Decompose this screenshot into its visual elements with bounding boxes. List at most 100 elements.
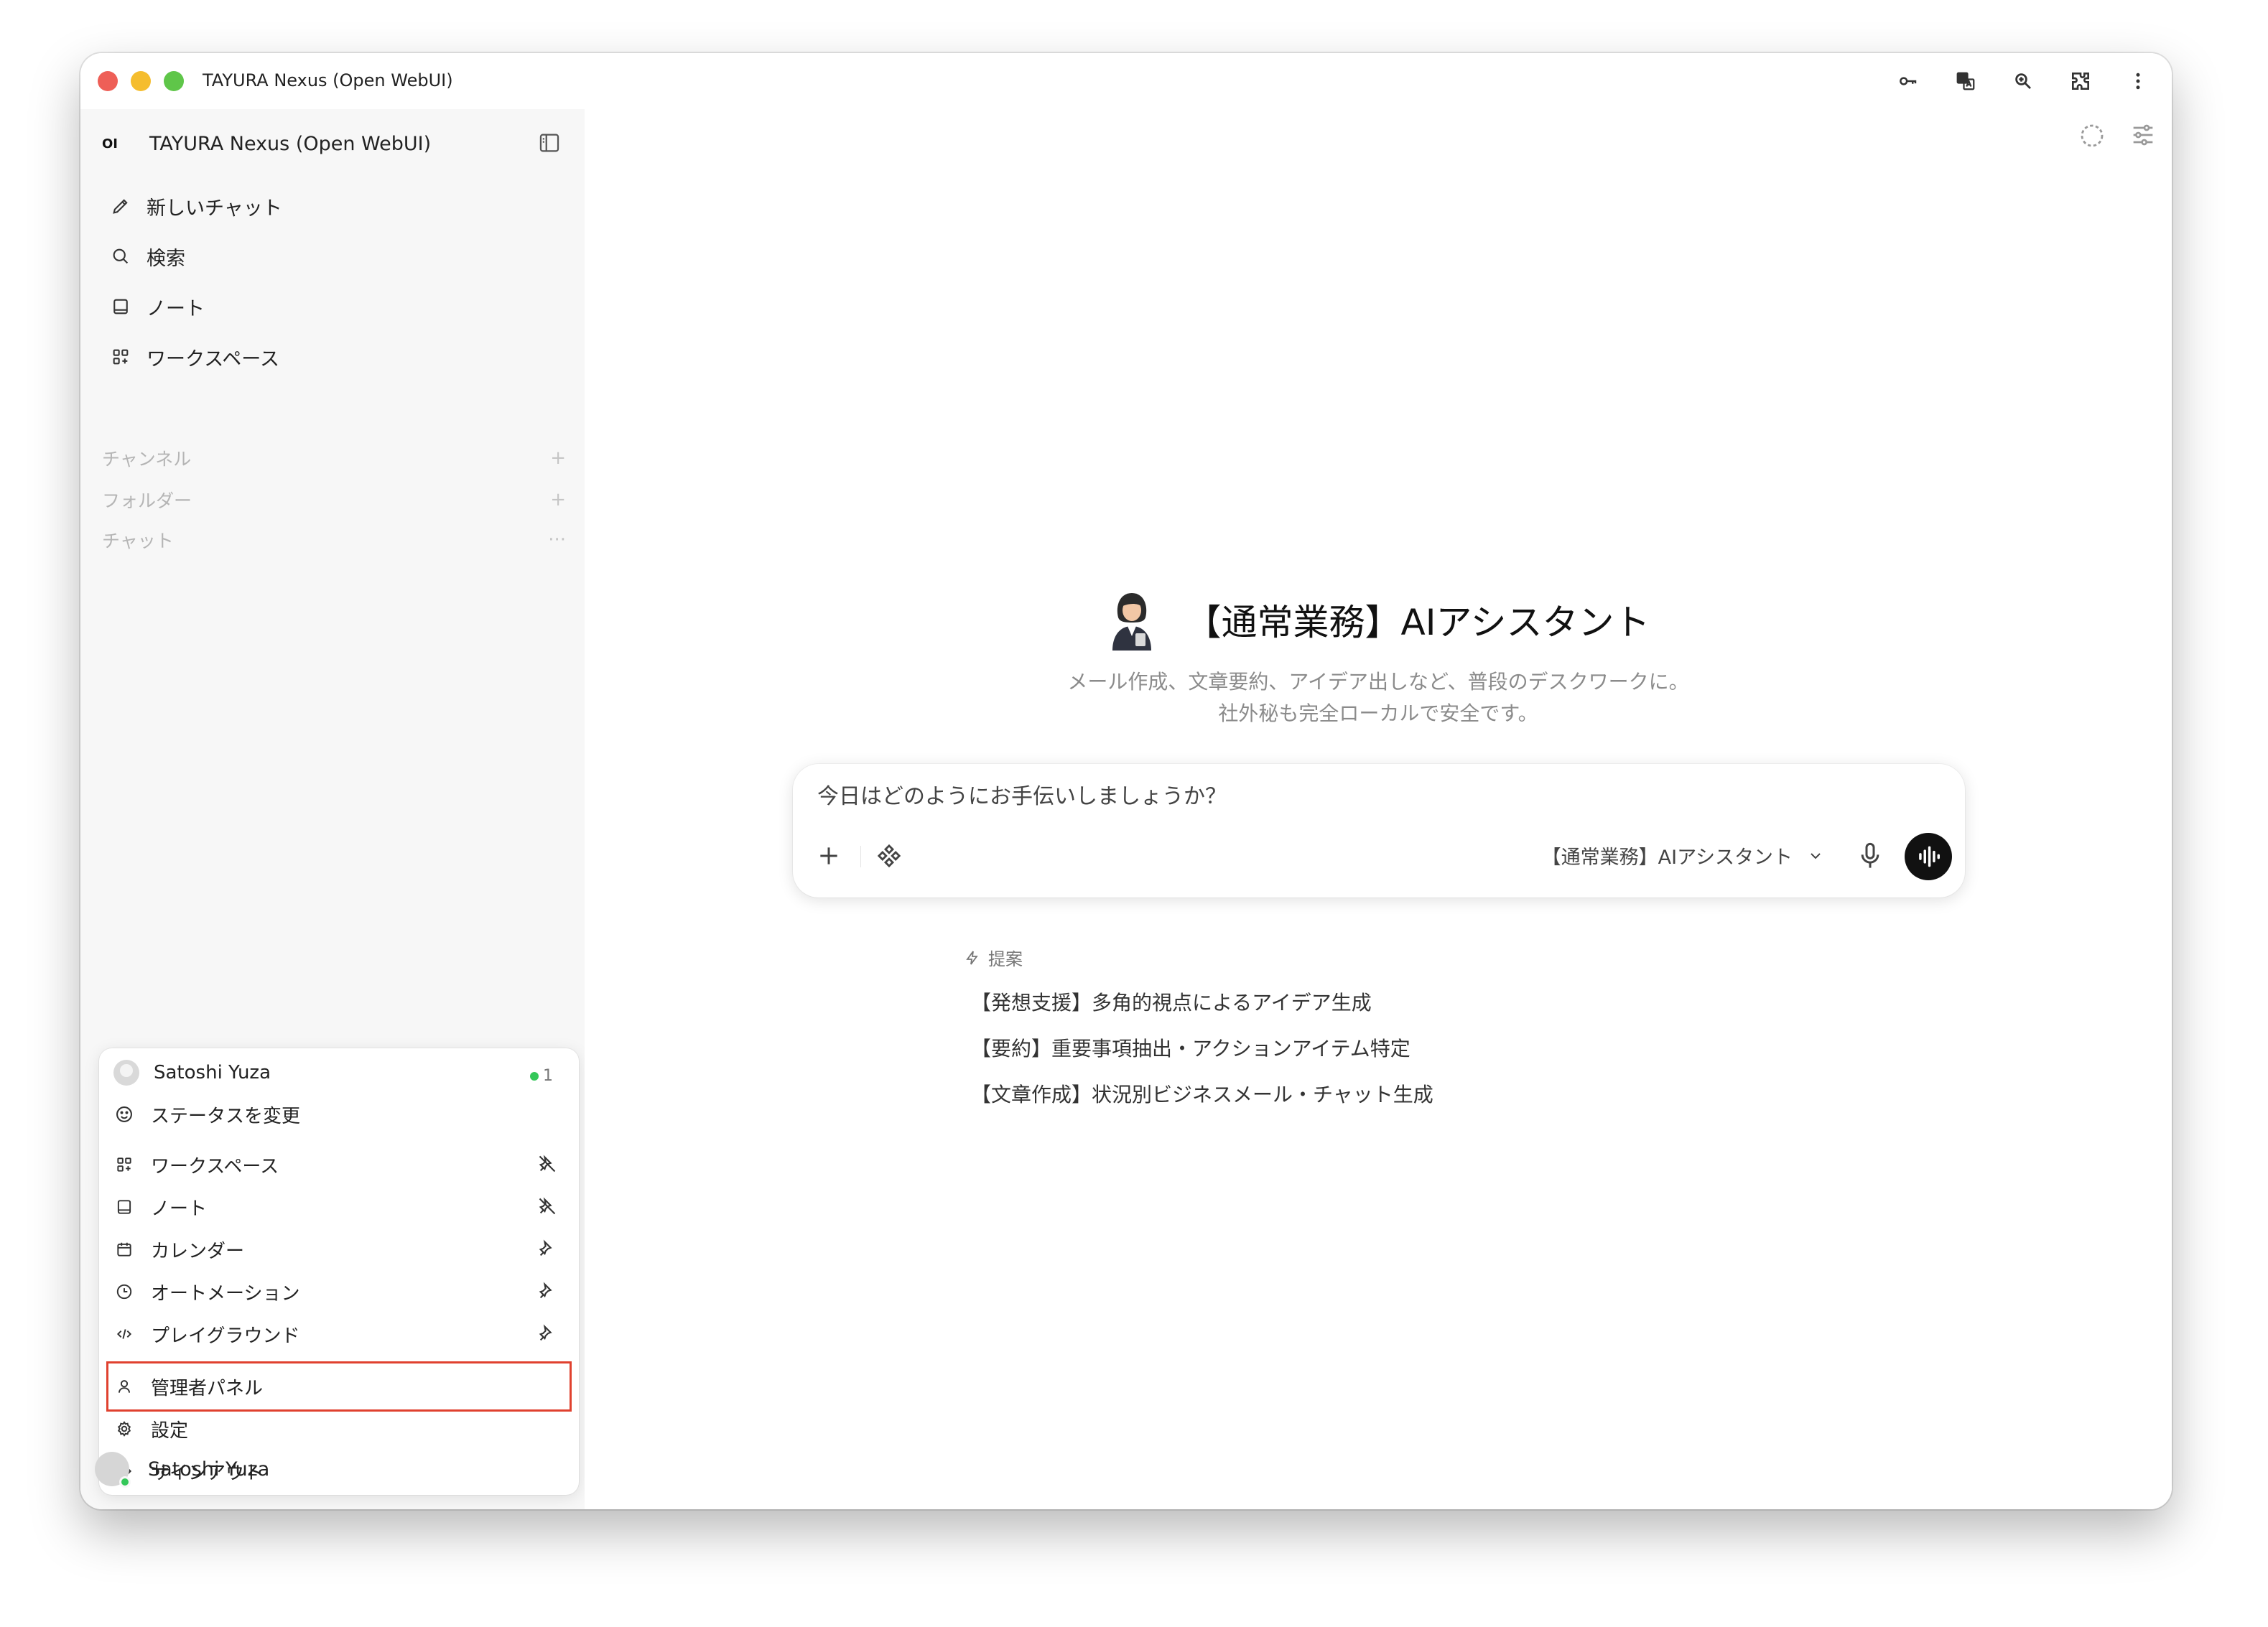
menu-item-label: ノート xyxy=(151,1198,208,1220)
nav-label: 検索 xyxy=(147,247,185,270)
calendar-icon xyxy=(113,1239,135,1260)
add-channel-button[interactable]: + xyxy=(550,447,566,469)
section-label: フォルダー xyxy=(102,490,192,511)
new-chat-button[interactable]: 新しいチャット xyxy=(98,181,572,231)
more-vert-icon[interactable] xyxy=(2123,66,2153,96)
section-label: チャット xyxy=(102,531,174,551)
sidebar-user-button[interactable]: Satoshi Yuza xyxy=(95,1443,569,1495)
user-menu: Satoshi Yuza 1 ステータスを変更 ワークスペース ノート カレンダ… xyxy=(99,1048,579,1495)
notes-button[interactable]: ノート xyxy=(98,281,572,332)
translate-icon[interactable] xyxy=(1951,66,1981,96)
title-bar: TAYURA Nexus (Open WebUI) xyxy=(80,53,2172,109)
zoom-window-button[interactable] xyxy=(164,71,184,91)
suggestion-item[interactable]: 【要約】重要事項抽出・アクションアイテム特定 xyxy=(964,1033,1433,1062)
zoom-icon[interactable] xyxy=(2008,66,2038,96)
online-dot-icon xyxy=(530,1071,539,1081)
sidebar-nav: 新しいチャット 検索 ノート ワークスペース xyxy=(98,181,572,382)
menu-item-playground[interactable]: プレイグラウンド xyxy=(113,1315,566,1353)
suggestions-header: 提案 xyxy=(964,945,1433,970)
app-window: TAYURA Nexus (Open WebUI) OI TAYURA Nexu… xyxy=(80,53,2172,1509)
suggestion-item[interactable]: 【文章作成】状況別ビジネスメール・チャット生成 xyxy=(964,1079,1433,1108)
user-icon xyxy=(113,1376,135,1397)
chevron-down-icon xyxy=(1811,852,1821,859)
menu-item-label: オートメーション xyxy=(151,1282,300,1305)
unpin-icon[interactable] xyxy=(537,1154,559,1175)
chats-more-button[interactable]: ··· xyxy=(548,529,566,551)
note-icon xyxy=(113,1196,135,1218)
sidebar-toggle-icon[interactable] xyxy=(537,131,562,158)
minimize-window-button[interactable] xyxy=(131,71,151,91)
suggestion-item[interactable]: 【発想支援】多角的視点によるアイデア生成 xyxy=(964,987,1433,1016)
voice-mode-button[interactable] xyxy=(1905,833,1952,880)
avatar xyxy=(113,1060,139,1086)
app-logo[interactable]: OI xyxy=(102,136,131,151)
code-icon xyxy=(113,1323,135,1345)
chat-composer: 【通常業務】AIアシスタント xyxy=(793,764,1965,898)
microphone-icon[interactable] xyxy=(1856,840,1884,872)
chats-section[interactable]: チャット ··· xyxy=(102,527,566,553)
close-window-button[interactable] xyxy=(98,71,118,91)
search-icon xyxy=(109,245,132,268)
plus-icon[interactable] xyxy=(814,842,843,870)
tools-icon[interactable] xyxy=(875,842,903,870)
channels-section[interactable]: チャンネル + xyxy=(102,445,566,471)
lightning-icon xyxy=(966,950,978,965)
subtitle-line: メール作成、文章要約、アイデア出しなど、普段のデスクワークに。 xyxy=(1067,670,1689,694)
settings-button[interactable]: 設定 xyxy=(113,1410,566,1447)
sidebar-header: OI TAYURA Nexus (Open WebUI) xyxy=(102,128,562,159)
menu-item-calendar[interactable]: カレンダー xyxy=(113,1231,566,1268)
grid-icon xyxy=(113,1154,135,1175)
menu-item-label: 管理者パネル xyxy=(151,1377,264,1399)
model-name: 【通常業務】AIアシスタント xyxy=(1541,847,1793,869)
nav-label: 新しいチャット xyxy=(147,197,282,220)
menu-user-name: Satoshi Yuza xyxy=(154,1062,271,1083)
assistant-title-row: 【通常業務】AIアシスタント xyxy=(585,589,2172,651)
pin-icon[interactable] xyxy=(537,1323,559,1345)
pin-icon[interactable] xyxy=(537,1281,559,1302)
add-folder-button[interactable]: + xyxy=(550,489,566,511)
main-top-controls xyxy=(2077,121,2157,154)
change-status-button[interactable]: ステータスを変更 xyxy=(113,1096,566,1133)
waveform-icon xyxy=(1919,846,1940,867)
menu-item-workspace[interactable]: ワークスペース xyxy=(113,1146,566,1183)
folders-section[interactable]: フォルダー + xyxy=(102,487,566,513)
pencil-icon xyxy=(109,195,132,218)
extension-icon[interactable] xyxy=(2065,66,2096,96)
gear-icon xyxy=(113,1418,135,1440)
suggestions-label: 提案 xyxy=(988,949,1023,969)
online-indicator: 1 xyxy=(530,1067,553,1085)
menu-item-label: 設定 xyxy=(151,1419,189,1442)
controls-sliders-icon[interactable] xyxy=(2129,121,2157,154)
window-title: TAYURA Nexus (Open WebUI) xyxy=(203,70,453,90)
suggestions: 提案 【発想支援】多角的視点によるアイデア生成 【要約】重要事項抽出・アクション… xyxy=(964,945,1433,1108)
assistant-title: 【通常業務】AIアシスタント xyxy=(1185,602,1650,643)
sidebar-brand[interactable]: TAYURA Nexus (Open WebUI) xyxy=(149,133,431,155)
grid-icon xyxy=(109,345,132,368)
model-selector[interactable]: 【通常業務】AIアシスタント xyxy=(1542,842,1824,870)
key-icon[interactable] xyxy=(1893,66,1923,96)
avatar xyxy=(95,1452,131,1488)
search-button[interactable]: 検索 xyxy=(98,231,572,281)
clock-icon xyxy=(113,1281,135,1302)
chat-input[interactable] xyxy=(817,784,1895,809)
section-label: チャンネル xyxy=(102,449,192,470)
assistant-hero: 【通常業務】AIアシスタント メール作成、文章要約、アイデア出しなど、普段のデス… xyxy=(585,589,2172,729)
online-status-icon xyxy=(119,1476,131,1488)
temporary-chat-icon[interactable] xyxy=(2077,121,2107,154)
menu-item-notes[interactable]: ノート xyxy=(113,1188,566,1226)
note-icon xyxy=(109,295,132,318)
admin-panel-button[interactable]: 管理者パネル xyxy=(113,1368,566,1405)
menu-item-label: ステータスを変更 xyxy=(151,1105,301,1127)
assistant-subtitle: メール作成、文章要約、アイデア出しなど、普段のデスクワークに。 社外秘も完全ロー… xyxy=(585,666,2172,729)
pin-icon[interactable] xyxy=(537,1239,559,1260)
menu-item-label: ワークスペース xyxy=(151,1155,279,1178)
browser-toolbar xyxy=(1893,66,2153,96)
menu-item-label: プレイグラウンド xyxy=(151,1325,300,1347)
nav-label: ワークスペース xyxy=(147,348,279,370)
composer-divider xyxy=(860,846,861,867)
menu-item-automation[interactable]: オートメーション xyxy=(113,1273,566,1310)
online-count: 1 xyxy=(543,1067,553,1085)
unpin-icon[interactable] xyxy=(537,1196,559,1218)
smiley-icon xyxy=(113,1104,135,1125)
workspace-button[interactable]: ワークスペース xyxy=(98,332,572,382)
